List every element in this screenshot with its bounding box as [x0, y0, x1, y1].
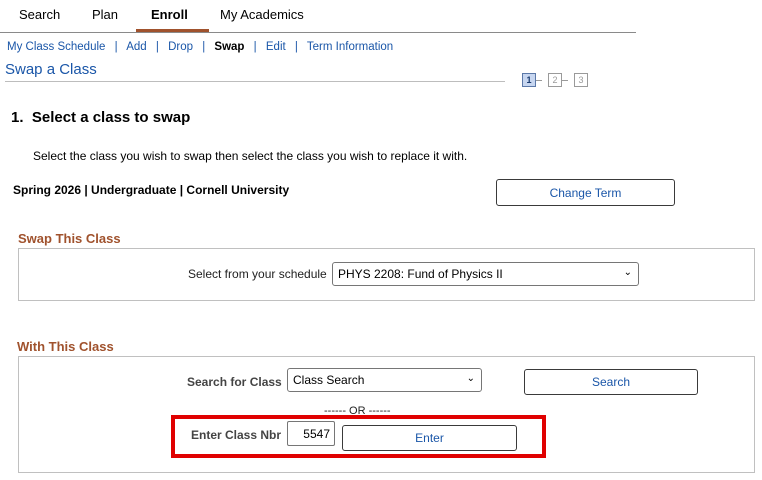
subnav-edit[interactable]: Edit	[266, 41, 286, 53]
subnav-separator: |	[294, 41, 298, 53]
class-search-select-value: Class Search	[293, 373, 365, 387]
step-3-icon: 3	[574, 73, 588, 87]
highlight-box	[171, 415, 546, 458]
step-heading: 1. Select a class to swap	[11, 109, 191, 126]
top-tab-bar: Search Plan Enroll My Academics	[0, 0, 636, 33]
schedule-select-label: Select from your schedule	[188, 267, 327, 281]
subnav-separator: |	[202, 41, 206, 53]
tab-my-academics[interactable]: My Academics	[220, 7, 304, 22]
page-title: Swap a Class	[5, 61, 97, 78]
swap-section-title: Swap This Class	[18, 231, 121, 246]
instructions-text: Select the class you wish to swap then s…	[33, 149, 468, 163]
search-for-class-label: Search for Class	[187, 375, 282, 389]
chevron-down-icon: ⌄	[466, 372, 475, 384]
step-connector	[562, 80, 568, 81]
enroll-subnav: My Class Schedule | Add | Drop | Swap | …	[7, 41, 393, 53]
step-1-icon: 1	[522, 73, 536, 87]
step-connector	[536, 80, 542, 81]
tab-enroll[interactable]: Enroll	[151, 7, 188, 22]
subnav-swap-current: Swap	[214, 41, 245, 53]
subnav-separator: |	[155, 41, 159, 53]
schedule-class-select[interactable]: PHYS 2208: Fund of Physics II ⌄	[332, 262, 639, 286]
subnav-add[interactable]: Add	[126, 41, 146, 53]
tab-plan[interactable]: Plan	[92, 7, 118, 22]
chevron-down-icon: ⌄	[623, 266, 632, 278]
schedule-class-select-value: PHYS 2208: Fund of Physics II	[338, 267, 503, 281]
with-section-title: With This Class	[17, 339, 114, 354]
title-divider	[5, 81, 505, 82]
tab-search[interactable]: Search	[19, 7, 60, 22]
search-button[interactable]: Search	[524, 369, 698, 395]
term-info: Spring 2026 | Undergraduate | Cornell Un…	[13, 183, 290, 197]
subnav-drop[interactable]: Drop	[168, 41, 193, 53]
active-tab-indicator	[136, 29, 209, 32]
subnav-my-class-schedule[interactable]: My Class Schedule	[7, 41, 105, 53]
subnav-separator: |	[253, 41, 257, 53]
subnav-term-information[interactable]: Term Information	[307, 41, 393, 53]
change-term-button[interactable]: Change Term	[496, 179, 675, 206]
class-search-select[interactable]: Class Search ⌄	[287, 368, 482, 392]
step-2-icon: 2	[548, 73, 562, 87]
subnav-separator: |	[114, 41, 118, 53]
